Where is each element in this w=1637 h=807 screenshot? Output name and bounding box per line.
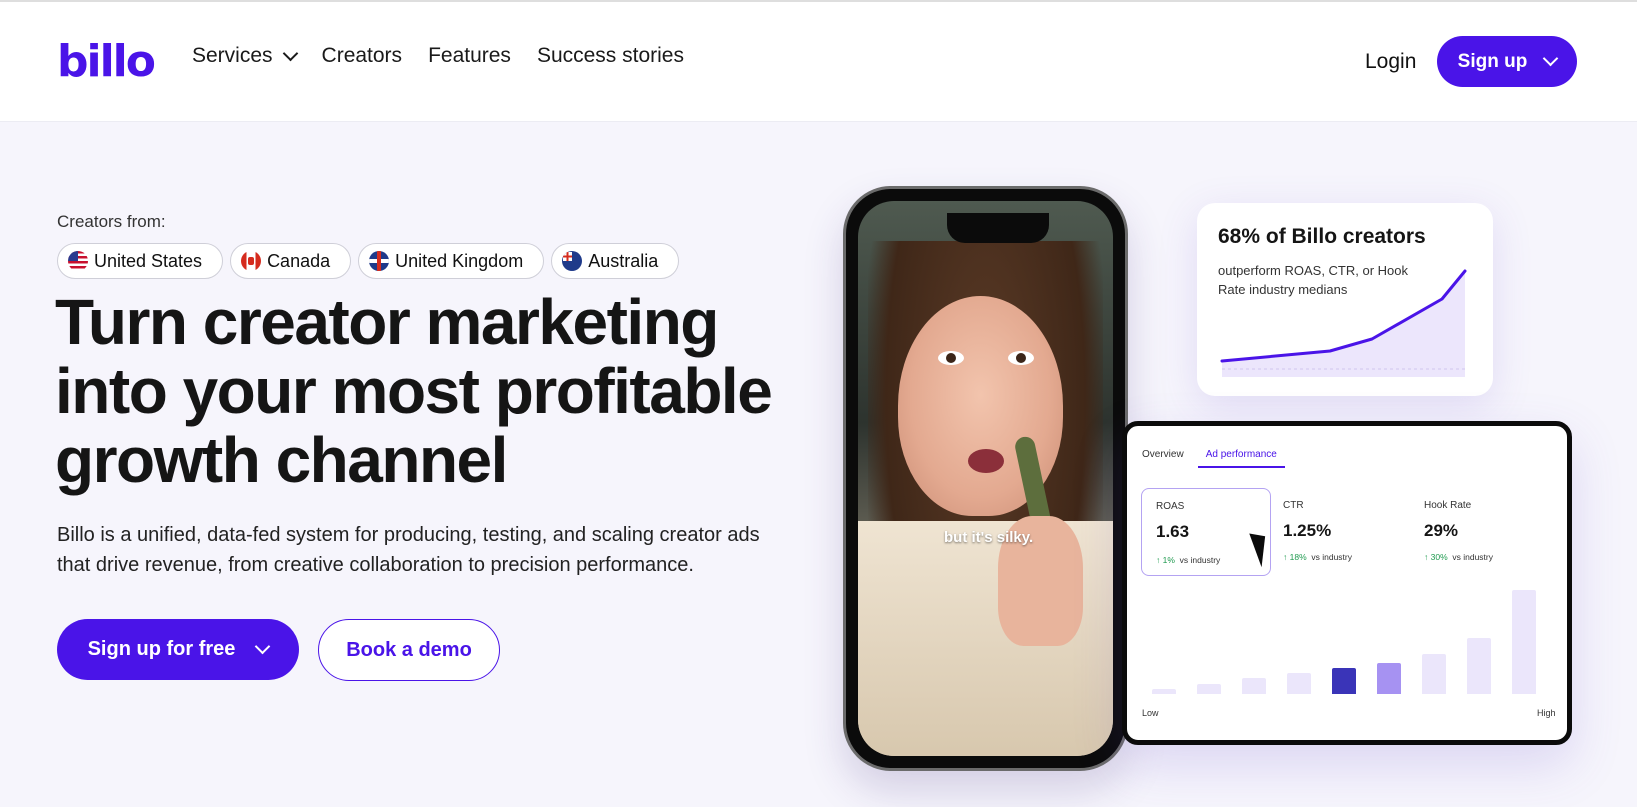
hero-subtitle: Billo is a unified, data-fed system for … xyxy=(57,524,760,576)
metric-ctr[interactable]: CTR 1.25% ↑ 18% vs industry xyxy=(1269,488,1399,576)
country-label: United States xyxy=(94,250,203,271)
ad-performance-dashboard: Overview Ad performance ROAS 1.63 ↑ 1% v… xyxy=(1122,421,1572,745)
axis-high-label: High xyxy=(1537,708,1556,718)
distribution-bar xyxy=(1422,654,1446,694)
metric-value: 29% xyxy=(1424,521,1459,540)
video-eye-right xyxy=(1008,351,1034,365)
tab-overview[interactable]: Overview xyxy=(1142,449,1184,460)
signup-label: Sign up xyxy=(1457,50,1528,72)
chevron-down-icon xyxy=(282,45,298,61)
metric-value: 1.25% xyxy=(1283,521,1332,540)
metric-delta: ↑ 18% vs industry xyxy=(1283,552,1352,562)
nav-creators[interactable]: Creators xyxy=(322,44,403,68)
book-demo-button[interactable]: Book a demo xyxy=(318,619,500,681)
metric-delta: ↑ 1% vs industry xyxy=(1156,555,1220,565)
hero-title: Turn creator marketing into your most pr… xyxy=(55,286,773,496)
uk-flag-icon xyxy=(369,251,390,271)
delta-value: 1% xyxy=(1162,555,1175,565)
delta-suffix: vs industry xyxy=(1452,552,1493,562)
delta-value: 18% xyxy=(1289,552,1307,562)
us-flag-icon xyxy=(68,251,88,271)
signup-free-label: Sign up for free xyxy=(87,638,236,660)
delta-suffix: vs industry xyxy=(1179,555,1221,565)
nav-services-label: Services xyxy=(192,44,273,67)
billo-logo[interactable]: billo xyxy=(57,38,156,86)
metric-hook-rate[interactable]: Hook Rate 29% ↑ 30% vs industry xyxy=(1410,488,1540,576)
site-header: billo Services Creators Features Success… xyxy=(0,2,1637,122)
stat-title: 68% of Billo creators xyxy=(1218,225,1426,248)
nav-success-stories[interactable]: Success stories xyxy=(537,44,684,68)
dashboard-tabs: Overview Ad performance xyxy=(1142,449,1286,468)
creators-from-label: Creators from: xyxy=(57,212,166,231)
distribution-bar-chart xyxy=(1152,576,1536,694)
distribution-bar xyxy=(1152,689,1176,694)
creator-stat-card: 68% of Billo creators outperform ROAS, C… xyxy=(1197,203,1493,396)
signup-button[interactable]: Sign up xyxy=(1437,36,1577,87)
main-nav: Services Creators Features Success stori… xyxy=(192,44,684,68)
tab-ad-performance[interactable]: Ad performance xyxy=(1197,449,1286,468)
nav-creators-label: Creators xyxy=(321,44,403,67)
distribution-bar xyxy=(1332,668,1356,694)
signup-free-button[interactable]: Sign up for free xyxy=(57,619,299,680)
nav-success-stories-label: Success stories xyxy=(536,44,684,67)
nav-features-label: Features xyxy=(428,44,511,67)
video-caption: but it's silky. xyxy=(944,529,1034,546)
distribution-bar xyxy=(1197,684,1221,694)
distribution-bar xyxy=(1467,638,1491,694)
distribution-bar xyxy=(1287,673,1311,694)
canada-flag-icon xyxy=(241,251,262,271)
arrow-up-icon: ↑ xyxy=(1156,555,1163,565)
phone-notch xyxy=(947,213,1049,243)
phone-mockup: but it's silky. xyxy=(843,186,1128,771)
country-chip-us: United States xyxy=(57,243,224,279)
distribution-bar xyxy=(1377,663,1401,694)
login-link[interactable]: Login xyxy=(1365,50,1416,74)
metric-delta: ↑ 30% vs industry xyxy=(1424,552,1493,562)
chevron-down-icon xyxy=(1543,50,1559,67)
distribution-bar xyxy=(1242,678,1266,694)
nav-features[interactable]: Features xyxy=(428,44,511,68)
metric-label: ROAS xyxy=(1156,501,1185,512)
chevron-down-icon xyxy=(255,638,271,655)
delta-value: 30% xyxy=(1430,552,1448,562)
country-chip-australia: Australia xyxy=(551,243,680,279)
video-eye-left xyxy=(938,351,964,365)
country-label: Australia xyxy=(588,250,659,271)
axis-low-label: Low xyxy=(1142,708,1159,718)
growth-line-chart xyxy=(1220,269,1467,377)
video-mouth xyxy=(968,449,1004,473)
arrow-up-icon: ↑ xyxy=(1424,552,1431,562)
metric-label: Hook Rate xyxy=(1424,500,1472,511)
australia-flag-icon xyxy=(562,251,583,271)
nav-services[interactable]: Services xyxy=(192,44,298,68)
country-chip-uk: United Kingdom xyxy=(358,243,545,279)
creator-video[interactable]: but it's silky. xyxy=(858,201,1113,756)
arrow-up-icon: ↑ xyxy=(1283,552,1290,562)
country-label: Canada xyxy=(267,250,331,271)
metric-label: CTR xyxy=(1283,500,1304,511)
distribution-bar xyxy=(1512,590,1536,694)
country-label: United Kingdom xyxy=(395,250,524,271)
delta-suffix: vs industry xyxy=(1311,552,1352,562)
metric-value: 1.63 xyxy=(1156,522,1190,541)
country-chip-canada: Canada xyxy=(230,243,352,279)
country-chips: United States Canada United Kingdom Aust… xyxy=(57,243,680,279)
